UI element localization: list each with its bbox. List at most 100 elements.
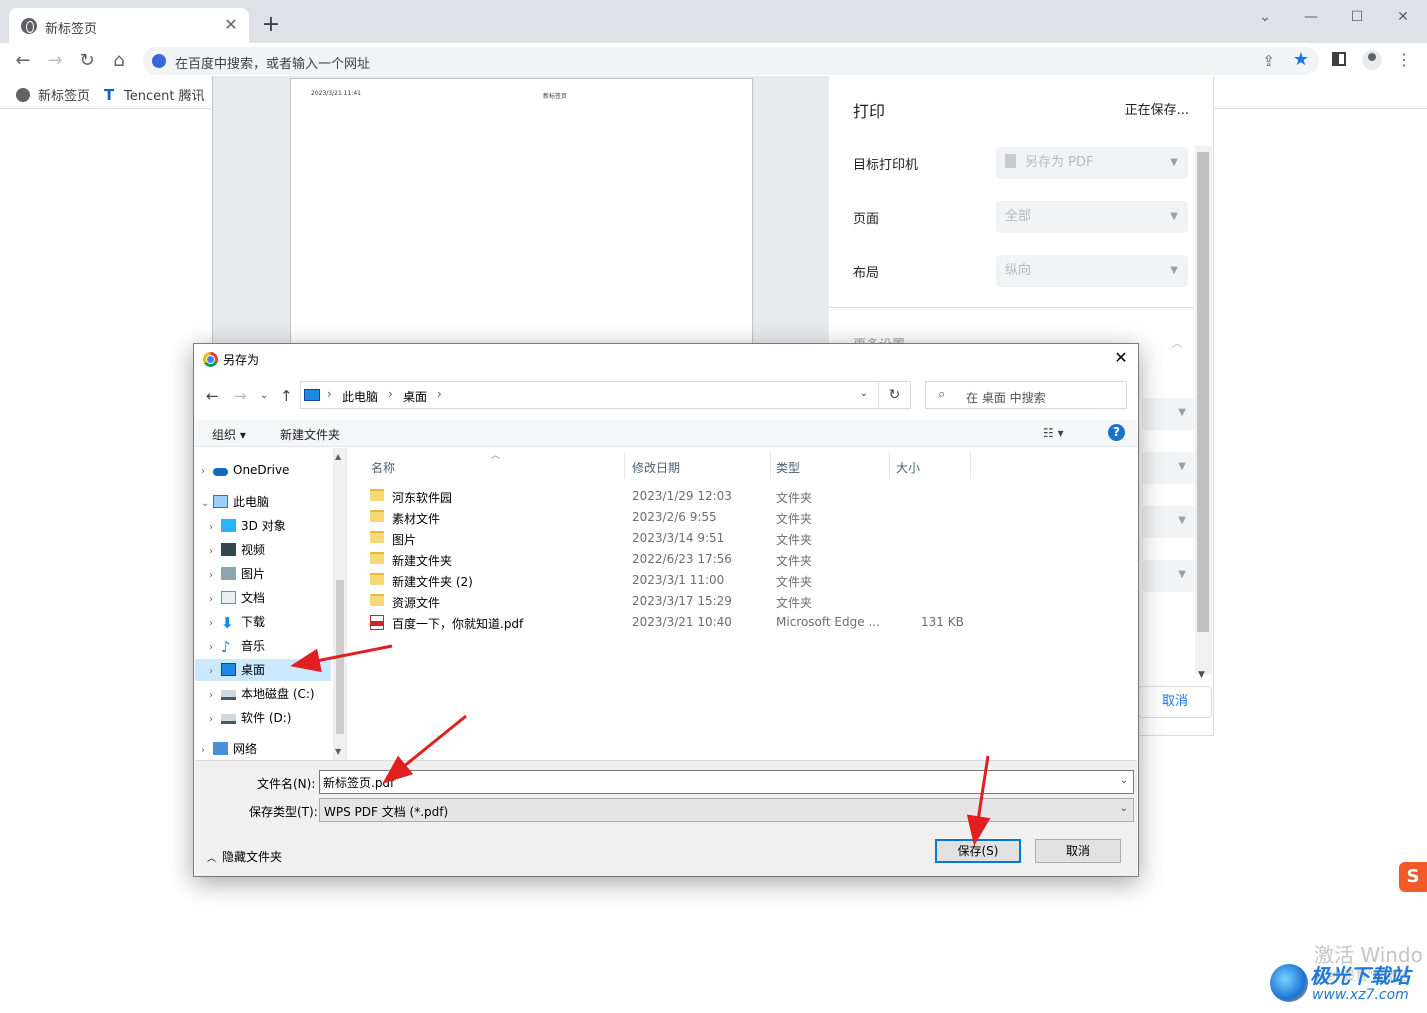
- hidden-select[interactable]: ▼: [1142, 506, 1196, 538]
- file-row[interactable]: 百度一下，你就知道.pdf 2023/3/21 10:40 Microsoft …: [370, 612, 990, 633]
- column-header-size[interactable]: 大小: [896, 459, 920, 476]
- pages-select[interactable]: 全部 ▼: [996, 201, 1188, 233]
- hidden-select[interactable]: ▼: [1142, 452, 1196, 484]
- scroll-down-icon[interactable]: ▼: [1198, 670, 1205, 680]
- column-header-name[interactable]: 名称: [371, 459, 395, 476]
- chevron-down-icon[interactable]: ⌄: [201, 493, 213, 515]
- file-row[interactable]: 河东软件园 2023/1/29 12:03 文件夹: [370, 486, 990, 507]
- filetype-select[interactable]: WPS PDF 文档 (*.pdf) ⌄: [319, 798, 1134, 822]
- nav-item-downloads[interactable]: › ⬇ 下载: [209, 611, 265, 633]
- bookmark-star-icon[interactable]: ★: [1293, 49, 1309, 70]
- search-placeholder: 在 桌面 中搜索: [966, 391, 1046, 405]
- chevron-right-icon[interactable]: ›: [209, 661, 221, 683]
- window-close-icon[interactable]: ✕: [1392, 6, 1414, 28]
- scrollbar-thumb[interactable]: [1197, 152, 1209, 632]
- search-input[interactable]: ⌕ 在 桌面 中搜索: [925, 381, 1127, 409]
- share-icon[interactable]: ⇪: [1262, 52, 1275, 70]
- file-row[interactable]: 资源文件 2023/3/17 15:29 文件夹: [370, 591, 990, 612]
- filename-input[interactable]: [323, 774, 1103, 790]
- help-icon[interactable]: ?: [1108, 424, 1125, 441]
- new-tab-button[interactable]: +: [260, 14, 282, 36]
- file-row[interactable]: 素材文件 2023/2/6 9:55 文件夹: [370, 507, 990, 528]
- side-panel-icon[interactable]: [1332, 52, 1346, 66]
- save-options: 文件名(N): ⌄ 保存类型(T): WPS PDF 文档 (*.pdf) ⌄ …: [195, 760, 1137, 876]
- nav-item-documents[interactable]: › 文档: [209, 587, 265, 609]
- reload-icon[interactable]: ↻: [76, 50, 98, 72]
- scroll-down-icon[interactable]: ▼: [335, 747, 341, 756]
- bookmark-new-tab[interactable]: 新标签页: [16, 85, 90, 104]
- crumb-desktop[interactable]: 桌面: [403, 388, 427, 405]
- column-header-type[interactable]: 类型: [776, 459, 800, 476]
- sort-ascending-icon: ︿: [491, 451, 501, 461]
- chevron-right-icon[interactable]: ›: [209, 613, 221, 635]
- chevron-up-icon[interactable]: ︿: [1171, 334, 1183, 351]
- bookmark-tencent[interactable]: T Tencent 腾讯: [104, 85, 205, 104]
- up-icon[interactable]: ↑: [280, 387, 293, 405]
- scrollbar-thumb[interactable]: [336, 580, 344, 734]
- dialog-close-icon[interactable]: ✕: [1111, 348, 1131, 367]
- view-options-icon[interactable]: ☷ ▾: [1043, 426, 1064, 440]
- chevron-right-icon[interactable]: ›: [201, 461, 213, 483]
- crumb-this-pc[interactable]: 此电脑: [342, 388, 378, 405]
- hidden-select[interactable]: ▼: [1142, 398, 1196, 430]
- nav-item-videos[interactable]: › 视频: [209, 539, 265, 561]
- nav-item-onedrive[interactable]: › OneDrive: [201, 459, 289, 481]
- forward-icon[interactable]: →: [44, 50, 66, 72]
- nav-item-3d-objects[interactable]: › 3D 对象: [209, 515, 286, 537]
- nav-item-this-pc[interactable]: ⌄ 此电脑: [201, 491, 269, 513]
- print-cancel-button[interactable]: 取消: [1138, 686, 1212, 718]
- new-folder-button[interactable]: 新建文件夹: [280, 426, 340, 443]
- divider: [624, 452, 625, 479]
- file-row[interactable]: 图片 2023/3/14 9:51 文件夹: [370, 528, 990, 549]
- organize-button[interactable]: 组织 ▾: [212, 426, 246, 443]
- globe-icon: [16, 88, 30, 102]
- chevron-right-icon[interactable]: ›: [209, 685, 221, 707]
- recent-locations-icon[interactable]: ⌄: [260, 390, 268, 401]
- save-button[interactable]: 保存(S): [935, 839, 1021, 863]
- nav-item-desktop[interactable]: › 桌面: [195, 659, 331, 681]
- scroll-up-icon[interactable]: ▲: [335, 452, 341, 461]
- home-icon[interactable]: ⌂: [108, 50, 130, 72]
- profile-avatar-icon[interactable]: [1362, 50, 1382, 70]
- file-row[interactable]: 新建文件夹 (2) 2023/3/1 11:00 文件夹: [370, 570, 990, 591]
- nav-item-drive-c[interactable]: › 本地磁盘 (C:): [209, 683, 315, 705]
- omnibox-text[interactable]: 在百度中搜索，或者输入一个网址: [175, 53, 370, 72]
- file-row[interactable]: 新建文件夹 2022/6/23 17:56 文件夹: [370, 549, 990, 570]
- maximize-icon[interactable]: ☐: [1346, 6, 1368, 28]
- breadcrumb[interactable]: › 此电脑 › 桌面 › ⌄: [300, 381, 911, 409]
- hide-folders-toggle[interactable]: ︿ 隐藏文件夹: [207, 848, 282, 865]
- back-icon[interactable]: ←: [206, 387, 219, 405]
- filename-field[interactable]: ⌄: [319, 770, 1134, 794]
- column-header-date[interactable]: 修改日期: [632, 459, 680, 476]
- chevron-down-icon[interactable]: ⌄: [860, 388, 868, 399]
- chevron-right-icon[interactable]: ›: [209, 541, 221, 563]
- chevron-down-icon[interactable]: ⌄: [1120, 775, 1128, 786]
- chevron-right-icon[interactable]: ›: [209, 637, 221, 659]
- forward-icon[interactable]: →: [234, 387, 247, 405]
- layout-select[interactable]: 纵向 ▼: [996, 255, 1188, 287]
- tab-close-icon[interactable]: ✕: [221, 15, 241, 35]
- nav-item-network[interactable]: › 网络: [201, 738, 257, 760]
- cancel-button[interactable]: 取消: [1035, 839, 1121, 863]
- chevron-right-icon[interactable]: ›: [209, 589, 221, 611]
- menu-dots-icon[interactable]: ⋮: [1396, 50, 1412, 70]
- address-bar[interactable]: 在百度中搜索，或者输入一个网址 ⇪ ★: [143, 47, 1319, 75]
- tab-search-chevron-icon[interactable]: ⌄: [1254, 6, 1276, 28]
- minimize-icon[interactable]: —: [1300, 6, 1322, 28]
- chevron-right-icon[interactable]: ›: [209, 565, 221, 587]
- chevron-right-icon[interactable]: ›: [209, 517, 221, 539]
- back-icon[interactable]: ←: [12, 50, 34, 72]
- nav-item-music[interactable]: › ♪ 音乐: [209, 635, 265, 657]
- nav-scrollbar[interactable]: ▲ ▼: [333, 448, 347, 760]
- hidden-select[interactable]: ▼: [1142, 560, 1196, 592]
- destination-select[interactable]: 另存为 PDF ▼: [996, 147, 1188, 179]
- globe-icon: [21, 18, 37, 34]
- refresh-button[interactable]: ↻: [878, 381, 911, 409]
- chevron-right-icon[interactable]: ›: [209, 709, 221, 731]
- chevron-right-icon[interactable]: ›: [201, 740, 213, 762]
- separator: ›: [388, 387, 393, 401]
- tab-new-tab[interactable]: 新标签页 ✕: [9, 8, 249, 43]
- nav-item-pictures[interactable]: › 图片: [209, 563, 265, 585]
- settings-scrollbar[interactable]: ▼: [1195, 146, 1212, 680]
- nav-item-drive-d[interactable]: › 软件 (D:): [209, 707, 291, 729]
